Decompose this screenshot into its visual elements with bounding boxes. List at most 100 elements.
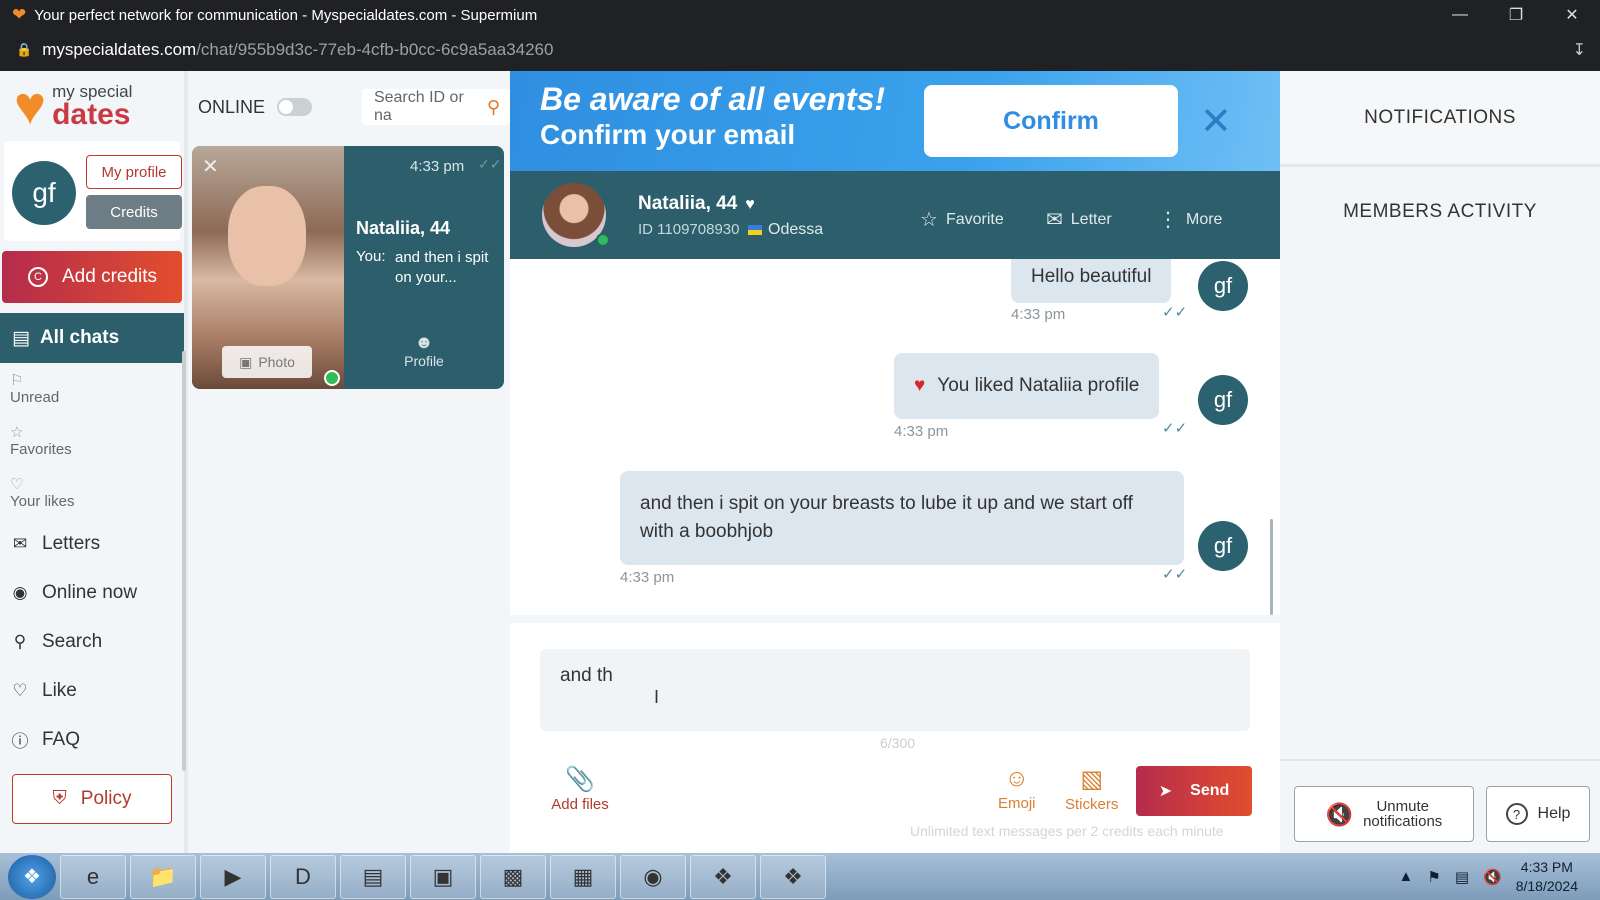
credits-coin-icon: C (28, 267, 48, 287)
online-filter-row: ONLINE Search ID or na ⚲ (188, 71, 510, 143)
tray-expand-icon[interactable]: ▲ (1399, 868, 1414, 885)
chat-list-panel: ONLINE Search ID or na ⚲ ✕ ▣ Photo 4:33 … (188, 71, 510, 853)
add-credits-button[interactable]: C Add credits (2, 251, 182, 303)
online-status-dot (596, 233, 610, 247)
confirm-email-banner: Be aware of all events! Confirm your ema… (510, 71, 1280, 171)
add-files-button[interactable]: 📎 Add files (548, 765, 612, 813)
filter-favorites[interactable]: ☆ Favorites (10, 415, 184, 467)
messaging-cost-note: Unlimited text messages per 2 credits ea… (910, 823, 1224, 839)
profile-box: gf My profile Credits (4, 141, 182, 241)
main-nav: ✉ Letters ◉ Online now ⚲ Search ♡ Like ⓘ… (0, 519, 184, 764)
user-avatar[interactable]: gf (12, 161, 76, 225)
address-bar[interactable]: 🔒 myspecialdates.com /chat/955b9d3c-77eb… (0, 30, 1600, 70)
close-icon[interactable]: ✕ (202, 154, 219, 179)
puzzle-app-icon[interactable]: ❖ (690, 854, 756, 899)
unmute-notifications-button[interactable]: 🔇 Unmute notifications (1294, 786, 1474, 842)
toggle-icon: ◉ (12, 582, 28, 602)
nav-all-chats[interactable]: ▤ All chats (0, 313, 184, 363)
site-logo[interactable]: ♥ my special dates (0, 71, 184, 141)
file-explorer-icon[interactable]: 📁 (130, 854, 196, 899)
monitor-app-icon[interactable]: ▣ (410, 854, 476, 899)
all-chats-label: All chats (39, 327, 120, 348)
start-button[interactable]: ❖ (8, 854, 56, 899)
system-clock[interactable]: 4:33 PM 8/18/2024 (1516, 858, 1578, 896)
internet-explorer-icon[interactable]: e (60, 854, 126, 899)
read-check-icon: ✓✓ (1162, 566, 1188, 583)
minimize-icon[interactable]: — (1432, 0, 1488, 30)
search-icon[interactable]: ⚲ (487, 97, 500, 118)
search-icon: ⚲ (13, 631, 27, 651)
toolbox-icon[interactable]: ▦ (550, 854, 616, 899)
volume-muted-icon[interactable]: 🔇 (1483, 868, 1502, 886)
help-button[interactable]: ? Help (1486, 786, 1590, 842)
nav-faq[interactable]: ⓘ FAQ (0, 715, 184, 764)
nav-online-now[interactable]: ◉ Online now (0, 568, 184, 617)
my-profile-button[interactable]: My profile (86, 155, 182, 189)
chat-main: Be aware of all events! Confirm your ema… (510, 71, 1280, 853)
nav-letters[interactable]: ✉ Letters (0, 519, 184, 568)
sidebar-scrollbar[interactable] (182, 351, 186, 771)
filter-your-likes[interactable]: ♡ Your likes (10, 467, 184, 519)
send-button[interactable]: ➤ Send (1136, 766, 1252, 816)
message-time: 4:33 pm (1011, 306, 1066, 323)
favorite-button[interactable]: ☆ Favorite (920, 207, 1004, 232)
restore-icon[interactable]: ❐ (1488, 0, 1544, 30)
smile-icon: ☺ (1004, 765, 1030, 792)
emoji-button[interactable]: ☺ Emoji (998, 765, 1036, 812)
terminal-icon[interactable]: ▩ (480, 854, 546, 899)
window-app-icon[interactable]: ▤ (340, 854, 406, 899)
chat-card-preview: and then i spit on your... (395, 249, 489, 286)
network-icon[interactable]: ▤ (1455, 868, 1469, 886)
message-thread: Hello beautiful 4:33 pm ✓✓ gf ♥ You like… (510, 259, 1280, 619)
contact-city: Odessa (748, 221, 823, 239)
browser-icon[interactable]: ◉ (620, 854, 686, 899)
stickers-button[interactable]: ▧ Stickers (1065, 765, 1118, 813)
logo-heart-icon: ♥ (14, 76, 47, 136)
chat-search-input[interactable]: Search ID or na ⚲ (361, 89, 510, 125)
url-host: myspecialdates.com (42, 40, 197, 59)
close-window-icon[interactable]: ✕ (1544, 0, 1600, 30)
text-cursor-icon: I (654, 687, 660, 707)
chat-card-time: 4:33 pm (410, 158, 465, 175)
profile-link[interactable]: ☻ Profile (392, 332, 456, 369)
chat-card-name: Nataliia, 44 (356, 218, 451, 238)
banner-headline: Be aware of all events! (540, 81, 886, 117)
window-title: Your perfect network for communication -… (34, 6, 538, 24)
more-vertical-icon: ⋮ (1158, 209, 1178, 231)
confirm-email-button[interactable]: Confirm (924, 85, 1178, 157)
chat-header: Nataliia, 44 ♥ ID 1109708930 Odessa ☆ Fav… (510, 171, 1280, 259)
credits-button[interactable]: Credits (86, 195, 182, 229)
thread-scrollbar[interactable] (1270, 519, 1273, 615)
more-button[interactable]: ⋮ More (1158, 207, 1222, 232)
message-input[interactable]: and th I (540, 649, 1250, 731)
flag-alert-icon[interactable]: ⚑ (1427, 868, 1440, 886)
windows-logo-icon[interactable]: ❖ (760, 854, 826, 899)
contact-id: ID 1109708930 (638, 221, 740, 238)
app-d-icon[interactable]: D (270, 854, 336, 899)
logo-text-top: my special (52, 81, 133, 101)
policy-button[interactable]: ⛨ Policy (12, 774, 172, 824)
download-icon[interactable]: ↧ (1573, 40, 1586, 60)
banner-close-icon[interactable]: ✕ (1200, 99, 1232, 144)
chat-card-you-label: You: (356, 248, 386, 265)
photo-button[interactable]: ▣ Photo (222, 346, 312, 378)
notifications-title: NOTIFICATIONS (1280, 71, 1600, 167)
contact-name[interactable]: Nataliia, 44 ♥ (638, 193, 755, 215)
filter-unread[interactable]: ⚐ Unread (10, 363, 184, 415)
system-tray: ▲ ⚑ ▤ 🔇 4:33 PM 8/18/2024 (1399, 853, 1600, 900)
read-check-icon: ✓✓ (1162, 304, 1188, 321)
read-check-icon: ✓✓ (478, 156, 502, 172)
online-toggle[interactable] (277, 98, 312, 116)
window-title-row: ❤ Your perfect network for communication… (0, 0, 1600, 30)
logo-text-bottom: dates (52, 97, 131, 131)
nav-search[interactable]: ⚲ Search (0, 617, 184, 666)
nav-like[interactable]: ♡ Like (0, 666, 184, 715)
browser-titlebar: ❤ Your perfect network for communication… (0, 0, 1600, 71)
letter-button[interactable]: ✉ Letter (1046, 207, 1112, 232)
media-player-icon[interactable]: ▶ (200, 854, 266, 899)
chat-card[interactable]: ✕ ▣ Photo 4:33 pm ✓✓ Nataliia, 44 You: a… (192, 146, 504, 389)
paperclip-icon: 📎 (565, 766, 595, 793)
message-time: 4:33 pm (894, 423, 949, 440)
image-icon: ▣ (239, 353, 253, 370)
shield-icon: ⛨ (52, 788, 67, 809)
